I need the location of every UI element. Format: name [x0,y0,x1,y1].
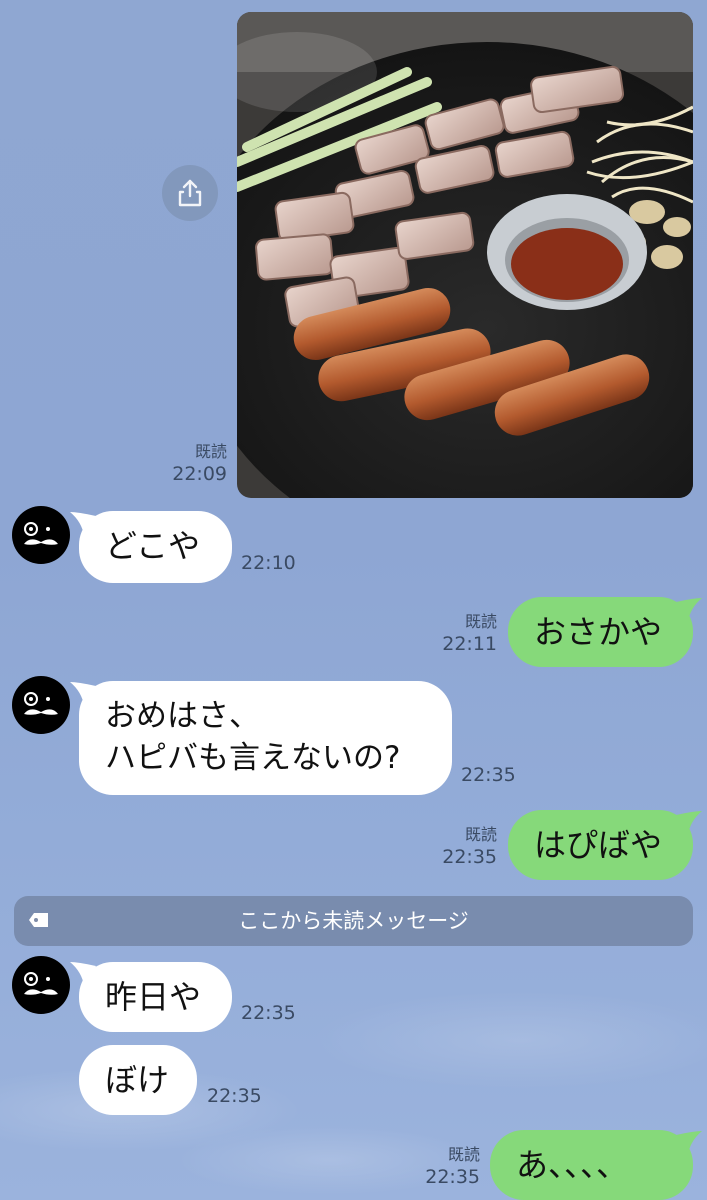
timestamp: 22:10 [241,552,296,574]
message-meta-m3: 既読 22:11 [442,612,497,656]
message-text-line-2: ハピバも言えないの? [105,740,401,776]
timestamp: 22:35 [207,1085,262,1107]
mustache-avatar-icon [24,522,58,545]
message-bubble-m3[interactable]: おさかや [508,597,693,667]
message-text: はぴばや [534,826,663,864]
read-receipt: 既読 [464,825,497,844]
bubble-tail [676,1131,702,1155]
message-text: ぼけ [105,1061,170,1099]
message-bubble-m6[interactable]: 昨日や [79,962,232,1032]
message-text-line-1: おめはさ、 [105,698,260,734]
message-meta-m1: 既読 22:09 [172,442,227,486]
read-receipt: 既読 [464,612,497,631]
message-meta-m5: 既読 22:35 [442,825,497,869]
grill-photo[interactable] [237,12,693,498]
message-text: あ、、、、 [516,1146,629,1184]
message-bubble-m8[interactable]: あ、、、、 [490,1130,693,1200]
timestamp: 22:09 [172,463,227,485]
contact-avatar[interactable] [12,956,70,1014]
timestamp: 22:11 [442,633,497,655]
message-text: 昨日や [105,978,202,1016]
share-icon [178,179,202,207]
message-meta-m8: 既読 22:35 [425,1145,480,1189]
contact-avatar[interactable] [12,676,70,734]
unread-messages-divider: ここから未読メッセージ [14,896,693,946]
timestamp: 22:35 [461,764,516,786]
tag-icon [29,913,48,927]
mustache-avatar-icon [24,972,58,995]
read-receipt: 既読 [194,442,227,461]
timestamp: 22:35 [442,846,497,868]
message-bubble-m7[interactable]: ぼけ [79,1045,197,1115]
bubble-tail [676,811,702,835]
unread-divider-label: ここから未読メッセージ [238,909,469,933]
message-text: どこや [105,527,201,565]
message-text: おさかや [534,613,663,651]
mustache-avatar-icon [24,692,58,715]
read-receipt: 既読 [447,1145,480,1164]
timestamp: 22:35 [241,1002,296,1024]
message-bubble-m4[interactable]: おめはさ、 ハピバも言えないの? [79,681,452,795]
bubble-tail [676,598,702,622]
message-bubble-m2[interactable]: どこや [79,511,232,583]
timestamp: 22:35 [425,1166,480,1188]
message-bubble-m5[interactable]: はぴばや [508,810,693,880]
contact-avatar[interactable] [12,506,70,564]
share-button[interactable] [162,165,218,221]
